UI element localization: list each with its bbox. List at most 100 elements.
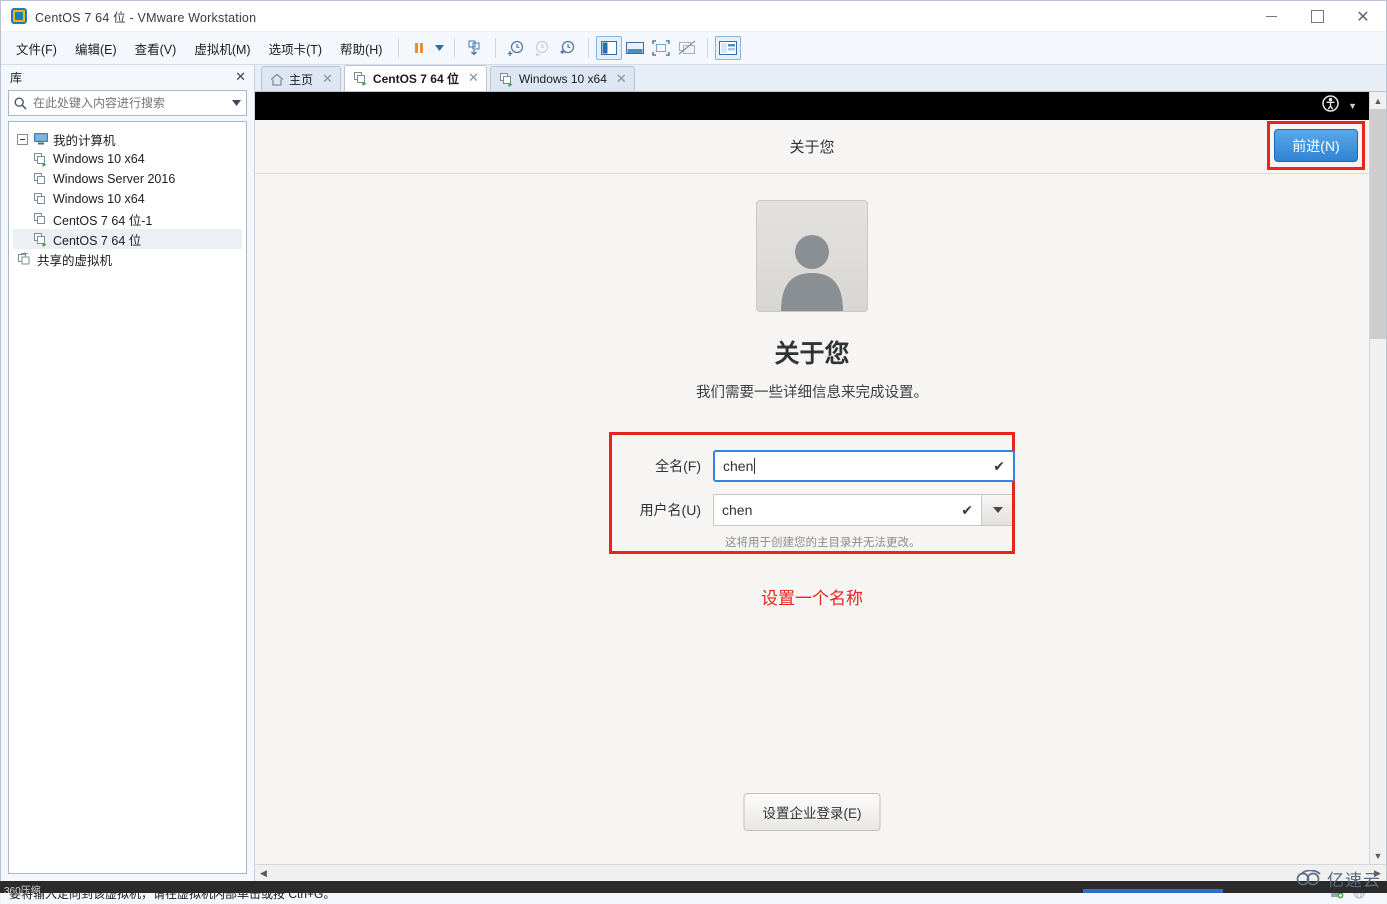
toolbar-separator <box>707 38 709 58</box>
snapshot-add-icon <box>508 40 524 56</box>
chevron-down-icon[interactable]: ▼ <box>1348 101 1357 111</box>
scroll-left-icon[interactable]: ◀ <box>255 865 272 882</box>
snapshot-manager-icon <box>468 40 480 56</box>
full-screen-button[interactable] <box>648 36 674 60</box>
fullname-row: 全名(F) chen ✔ <box>609 450 1015 482</box>
vmware-workstation-window: CentOS 7 64 位 - VMware Workstation ✕ 文件(… <box>0 0 1387 904</box>
search-icon <box>14 96 27 110</box>
window-controls: ✕ <box>1248 1 1386 31</box>
guest-horizontal-scrollbar[interactable]: ◀ ▶ <box>255 864 1386 881</box>
vm-viewport-area: ▼ 关于您 前进(N) 关于您 我们需要一些详细信息来完成设置。 全名(F) c… <box>255 92 1386 864</box>
page-subtitle: 我们需要一些详细信息来完成设置。 <box>696 385 928 401</box>
guest-vertical-scrollbar[interactable]: ▲ ▼ <box>1369 92 1386 864</box>
vm-icon <box>33 232 53 247</box>
show-library-button[interactable] <box>596 36 623 60</box>
take-snapshot-button[interactable] <box>503 36 529 60</box>
tab-label: CentOS 7 64 位 <box>372 72 459 86</box>
tab-1[interactable]: CentOS 7 64 位 ✕ <box>343 65 487 91</box>
manage-snapshots-button[interactable] <box>462 36 488 60</box>
vm-icon <box>33 152 53 167</box>
guest-screen[interactable]: ▼ 关于您 前进(N) 关于您 我们需要一些详细信息来完成设置。 全名(F) c… <box>255 92 1369 864</box>
vm-icon <box>33 212 53 227</box>
guest-top-bar: ▼ <box>255 92 1369 120</box>
close-icon[interactable]: ✕ <box>1340 1 1386 31</box>
tree-item[interactable]: 我的计算机 <box>13 129 242 149</box>
pause-button[interactable] <box>406 36 432 60</box>
user-details-form: 全名(F) chen ✔ 用户名(U) chen ✔ 这将用于创建您的主目录并无… <box>609 432 1015 554</box>
menu-tabs[interactable]: 选项卡(T) <box>260 34 331 63</box>
show-thumbnails-button[interactable] <box>622 36 648 60</box>
annotation-note: 设置一个名称 <box>761 589 863 608</box>
thumbnail-bar-icon <box>626 42 645 54</box>
tab-label: 主页 <box>289 72 314 87</box>
tree-item[interactable]: 共享的虚拟机 <box>13 249 242 269</box>
close-icon[interactable]: ✕ <box>322 72 333 87</box>
main-split: 库 ✕ 我的计算机 Windows 10 x64 Windows Server 20… <box>1 65 1386 881</box>
tree-item-label: 我的计算机 <box>53 133 116 148</box>
cloud-icon <box>1296 869 1321 885</box>
menu-help[interactable]: 帮助(H) <box>331 34 391 63</box>
unity-mode-icon <box>679 40 696 55</box>
tree-item[interactable]: Windows Server 2016 <box>13 169 242 189</box>
enterprise-login-button[interactable]: 设置企业登录(E) <box>743 793 881 831</box>
tab-2[interactable]: Windows 10 x64 ✕ <box>489 66 635 91</box>
snapshot-manager-button[interactable] <box>555 36 581 60</box>
toolbar-separator <box>495 38 497 58</box>
tree-expander-icon[interactable] <box>17 133 28 145</box>
chevron-down-icon[interactable] <box>232 100 241 106</box>
menu-file[interactable]: 文件(F) <box>7 34 66 63</box>
unity-mode-button[interactable] <box>674 36 700 60</box>
tree-item[interactable]: Windows 10 x64 <box>13 189 242 209</box>
fullname-field[interactable]: chen ✔ <box>713 450 1015 482</box>
tree-item-label: 共享的虚拟机 <box>37 253 113 268</box>
vm-icon <box>33 172 53 187</box>
snapshot-clock-icon <box>560 40 575 54</box>
tab-label: Windows 10 x64 <box>518 72 607 86</box>
tree-item[interactable]: Windows 10 x64 <box>13 149 242 169</box>
user-avatar-icon[interactable] <box>756 200 868 312</box>
search-box[interactable] <box>8 90 247 116</box>
tree-item-label: Windows 10 x64 <box>53 192 145 206</box>
os-taskbar: 360压缩 <box>0 881 1387 893</box>
username-field[interactable]: chen ✔ <box>713 494 982 526</box>
menu-view[interactable]: 查看(V) <box>126 34 186 63</box>
menu-bar: 文件(F) 编辑(E) 查看(V) 虚拟机(M) 选项卡(T) 帮助(H) <box>1 32 1386 65</box>
taskbar-item-label[interactable]: 360压缩 <box>0 886 41 893</box>
vm-icon <box>499 72 514 87</box>
maximize-icon[interactable] <box>1294 1 1340 31</box>
right-pane: 主页 ✕ CentOS 7 64 位 ✕ Windows 10 x64 ✕ ▼ <box>255 65 1386 881</box>
username-dropdown-button[interactable] <box>981 494 1015 526</box>
scroll-down-icon[interactable]: ▼ <box>1370 847 1386 864</box>
power-dropdown[interactable] <box>432 36 447 60</box>
close-icon[interactable]: ✕ <box>468 71 479 86</box>
close-icon[interactable]: ✕ <box>616 72 627 87</box>
close-icon[interactable]: ✕ <box>235 70 246 85</box>
chevron-down-icon <box>435 45 445 51</box>
accessibility-icon[interactable] <box>1322 95 1339 117</box>
minimize-icon[interactable] <box>1248 1 1294 31</box>
fullname-value: chen <box>723 458 754 474</box>
tree-item-label: CentOS 7 64 位 <box>53 233 142 248</box>
library-title: 库 <box>10 70 23 85</box>
taskbar-active-indicator <box>1083 889 1223 893</box>
revert-snapshot-button[interactable] <box>529 36 555 60</box>
vertical-scroll-thumb[interactable] <box>1370 109 1386 339</box>
vertical-scroll-track[interactable] <box>1370 339 1386 847</box>
scroll-up-icon[interactable]: ▲ <box>1370 92 1386 109</box>
snapshot-revert-icon <box>536 40 549 56</box>
wizard-body: 关于您 我们需要一些详细信息来完成设置。 全名(F) chen ✔ 用户名(U)… <box>255 174 1369 864</box>
menu-edit[interactable]: 编辑(E) <box>66 34 126 63</box>
console-view-button[interactable] <box>715 36 742 60</box>
vmware-logo-icon <box>11 8 27 24</box>
tree-item[interactable]: CentOS 7 64 位-1 <box>13 209 242 229</box>
search-input[interactable] <box>27 96 232 110</box>
check-icon: ✔ <box>961 501 973 518</box>
check-icon: ✔ <box>993 457 1005 474</box>
tree-item[interactable]: CentOS 7 64 位 <box>13 229 242 249</box>
forward-button[interactable]: 前进(N) <box>1274 129 1358 162</box>
toolbar-separator <box>454 38 456 58</box>
menu-vm[interactable]: 虚拟机(M) <box>185 34 259 63</box>
tab-0[interactable]: 主页 ✕ <box>261 66 341 91</box>
pause-icon <box>415 43 424 53</box>
tree-item-label: Windows Server 2016 <box>53 172 176 186</box>
